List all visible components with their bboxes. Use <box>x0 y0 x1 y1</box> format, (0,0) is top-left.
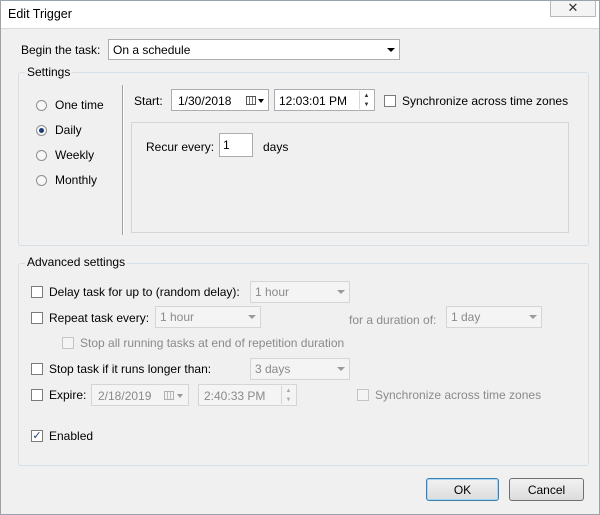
window-title: Edit Trigger <box>8 7 72 21</box>
chevron-down-icon <box>177 394 183 398</box>
radio-daily-label: Daily <box>55 123 82 137</box>
time-spinner-arrows[interactable]: ▲ ▼ <box>359 91 373 109</box>
edit-trigger-dialog: Edit Trigger ✕ Begin the task: On a sche… <box>0 0 600 515</box>
recur-label: Recur every: <box>146 140 215 154</box>
begin-task-label: Begin the task: <box>21 43 101 57</box>
chevron-down-icon <box>529 315 537 319</box>
begin-task-dropdown[interactable]: On a schedule <box>108 39 400 60</box>
ok-button[interactable]: OK <box>426 478 499 501</box>
sync-time-zones-option[interactable]: Synchronize across time zones <box>384 94 568 108</box>
radio-monthly[interactable]: Monthly <box>36 173 97 187</box>
repeat-task-label: Repeat task every: <box>49 311 150 325</box>
cancel-button-label: Cancel <box>527 482 566 497</box>
chevron-down-icon <box>337 290 345 294</box>
radio-selected-dot <box>39 127 44 133</box>
stop-longer-label: Stop task if it runs longer than: <box>49 362 212 376</box>
radio-daily[interactable]: Daily <box>36 123 82 137</box>
spinner-down-icon[interactable]: ▼ <box>282 395 295 404</box>
expire-checkbox[interactable] <box>31 389 43 401</box>
expire-time-spinner[interactable]: 2:40:33 PM ▲ ▼ <box>198 384 297 406</box>
time-spinner-arrows[interactable]: ▲ ▼ <box>281 386 295 404</box>
sync-time-zones-label: Synchronize across time zones <box>402 94 569 108</box>
delay-task-option[interactable]: Delay task for up to (random delay): <box>31 285 240 299</box>
repeat-interval-dropdown[interactable]: 1 hour <box>155 306 261 328</box>
stop-running-label: Stop all running tasks at end of repetit… <box>80 336 345 350</box>
expire-date-value: 2/18/2019 <box>98 389 152 403</box>
stop-longer-option[interactable]: Stop task if it runs longer than: <box>31 362 211 376</box>
expire-sync-label: Synchronize across time zones <box>375 388 542 402</box>
settings-divider <box>122 85 124 235</box>
advanced-settings-label: Advanced settings <box>25 255 128 269</box>
expire-sync-checkbox[interactable] <box>357 389 369 401</box>
delay-task-label: Delay task for up to (random delay): <box>49 285 240 299</box>
chevron-down-icon <box>248 315 256 319</box>
radio-one-time[interactable]: One time <box>36 98 104 112</box>
spinner-up-icon[interactable]: ▲ <box>360 91 373 100</box>
duration-dropdown[interactable]: 1 day <box>446 306 542 328</box>
enabled-option[interactable]: ✓ Enabled <box>31 429 93 443</box>
expire-time-value: 2:40:33 PM <box>204 389 266 403</box>
repeat-task-checkbox[interactable] <box>31 312 43 324</box>
radio-weekly[interactable]: Weekly <box>36 148 94 162</box>
close-button[interactable]: ✕ <box>550 0 596 17</box>
recur-every-value: 1 <box>223 138 230 152</box>
expire-option[interactable]: Expire: <box>31 388 86 402</box>
settings-group-label: Settings <box>25 65 73 79</box>
checkmark-icon: ✓ <box>32 429 42 442</box>
stop-longer-value: 3 days <box>255 362 291 376</box>
radio-weekly-label: Weekly <box>55 148 95 162</box>
recurrence-panel <box>131 122 569 233</box>
chevron-down-icon <box>258 99 264 103</box>
start-date-picker[interactable]: 1/30/2018 <box>171 89 269 111</box>
start-time-value: 12:03:01 PM <box>279 94 348 108</box>
delay-task-checkbox[interactable] <box>31 286 43 298</box>
expire-sync-option[interactable]: Synchronize across time zones <box>357 388 541 402</box>
calendar-icon <box>246 96 256 105</box>
radio-button[interactable] <box>36 124 47 136</box>
stop-running-option[interactable]: Stop all running tasks at end of repetit… <box>62 336 344 350</box>
radio-button[interactable] <box>36 149 47 161</box>
recur-every-input[interactable]: 1 <box>219 133 253 157</box>
start-label: Start: <box>134 94 163 108</box>
delay-dropdown[interactable]: 1 hour <box>250 281 350 303</box>
stop-longer-checkbox[interactable] <box>31 363 43 375</box>
duration-label: for a duration of: <box>349 313 437 327</box>
radio-one-time-label: One time <box>55 98 104 112</box>
duration-value: 1 day <box>451 310 481 324</box>
radio-button[interactable] <box>36 174 47 186</box>
delay-value: 1 hour <box>255 285 290 299</box>
spinner-up-icon[interactable]: ▲ <box>282 386 295 395</box>
title-bar: Edit Trigger ✕ <box>1 1 599 29</box>
expire-label: Expire: <box>49 388 87 402</box>
repeat-interval-value: 1 hour <box>160 310 195 324</box>
radio-monthly-label: Monthly <box>55 173 98 187</box>
enabled-label: Enabled <box>49 429 94 443</box>
cancel-button[interactable]: Cancel <box>509 478 584 501</box>
repeat-task-option[interactable]: Repeat task every: <box>31 311 149 325</box>
enabled-checkbox[interactable]: ✓ <box>31 430 43 442</box>
close-icon: ✕ <box>567 0 579 15</box>
start-date-value: 1/30/2018 <box>178 94 232 108</box>
stop-running-checkbox[interactable] <box>62 337 74 349</box>
start-time-spinner[interactable]: 12:03:01 PM ▲ ▼ <box>274 89 375 111</box>
expire-date-picker[interactable]: 2/18/2019 <box>91 384 189 406</box>
ok-button-label: OK <box>453 482 472 497</box>
calendar-icon <box>164 391 174 400</box>
sync-time-zones-checkbox[interactable] <box>384 95 396 107</box>
chevron-down-icon <box>387 47 395 52</box>
spinner-down-icon[interactable]: ▼ <box>360 100 373 109</box>
stop-longer-dropdown[interactable]: 3 days <box>250 358 350 380</box>
chevron-down-icon <box>337 367 345 371</box>
recur-unit: days <box>263 140 289 154</box>
radio-button[interactable] <box>36 99 47 111</box>
begin-task-value: On a schedule <box>113 42 191 57</box>
